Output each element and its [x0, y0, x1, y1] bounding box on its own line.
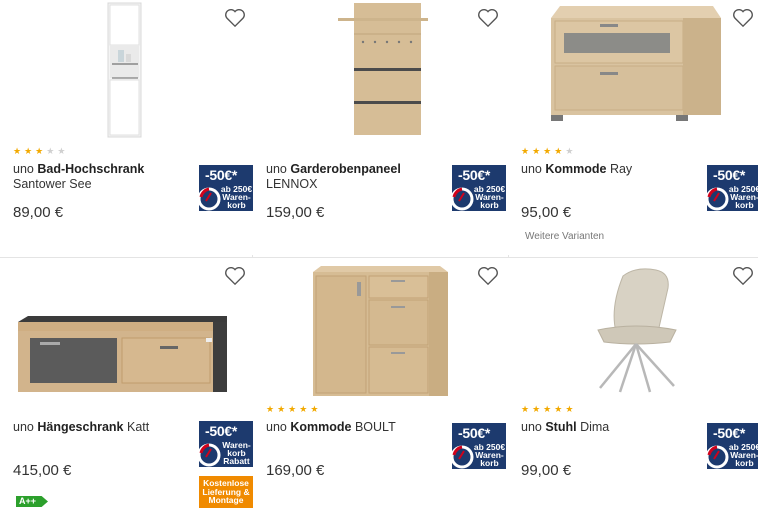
- product-title[interactable]: uno Stuhl Dima: [521, 420, 701, 435]
- product-variant: Katt: [126, 420, 150, 434]
- star-icon: ★: [532, 404, 541, 414]
- product-variant: BOULT: [354, 420, 396, 434]
- free-delivery-badge: Kostenlose Lieferung & Montage: [199, 476, 253, 508]
- product-card[interactable]: uno Garderobenpaneel LENNOX 159,00 € -50…: [253, 0, 509, 255]
- product-image[interactable]: [253, 258, 509, 398]
- heart-icon[interactable]: [477, 266, 499, 286]
- discount-amount: -50€*: [713, 167, 745, 183]
- product-image[interactable]: [253, 0, 509, 140]
- more-variants-link[interactable]: Weitere Varianten: [525, 231, 604, 242]
- star-icon: ★: [266, 404, 275, 414]
- product-name: Kommode: [545, 162, 607, 176]
- star-icon: ★: [13, 146, 22, 156]
- product-price: 95,00 €: [521, 204, 572, 221]
- product-title[interactable]: uno Hängeschrank Katt: [13, 420, 193, 435]
- discount-amount: -50€*: [458, 167, 490, 183]
- heart-icon[interactable]: [224, 266, 246, 286]
- star-icon: ★: [554, 146, 563, 156]
- product-card[interactable]: uno Hängeschrank Katt 415,00 € A++ -50€*…: [0, 258, 256, 510]
- product-image[interactable]: [0, 0, 256, 140]
- product-title[interactable]: uno Bad-Hochschrank Santower See: [13, 162, 193, 192]
- star-icon: ★: [521, 404, 530, 414]
- product-variant: Ray: [609, 162, 633, 176]
- star-icon: ★: [565, 404, 574, 414]
- discount-amount: -50€*: [713, 425, 745, 441]
- product-brand: uno: [13, 162, 34, 176]
- discount-amount: -50€*: [205, 167, 237, 183]
- product-name: Bad-Hochschrank: [37, 162, 145, 176]
- heart-icon[interactable]: [732, 8, 754, 28]
- heart-icon[interactable]: [732, 266, 754, 286]
- product-brand: uno: [266, 420, 287, 434]
- product-card[interactable]: ★ ★ ★ ★ ★ uno Kommode Ray 95,00 € Weitere Va…: [508, 0, 758, 255]
- product-name: Stuhl: [545, 420, 577, 434]
- star-icon: ★: [532, 146, 541, 156]
- product-price: 99,00 €: [521, 462, 572, 479]
- star-icon: ★: [277, 404, 286, 414]
- product-title[interactable]: uno Kommode BOULT: [266, 420, 446, 435]
- product-title[interactable]: uno Garderobenpaneel LENNOX: [266, 162, 446, 192]
- product-grid: ★ ★ ★ ★ ★ uno Bad-Hochschrank Santower See 8…: [0, 0, 758, 510]
- product-name: Kommode: [290, 420, 352, 434]
- product-variant: Santower See: [13, 177, 92, 191]
- star-icon: ★: [57, 146, 66, 156]
- star-icon: ★: [543, 404, 552, 414]
- product-name: Hängeschrank: [37, 420, 124, 434]
- product-image[interactable]: [508, 0, 758, 140]
- product-variant: Dima: [580, 420, 610, 434]
- product-price: 159,00 €: [266, 204, 325, 221]
- product-card[interactable]: ★ ★ ★ ★ ★ uno Bad-Hochschrank Santower See 8…: [0, 0, 256, 255]
- discount-text: ab 250€ Waren- korb: [728, 184, 758, 210]
- star-icon: ★: [35, 146, 44, 156]
- rating-stars: ★ ★ ★ ★ ★: [521, 405, 573, 414]
- discount-amount: -50€*: [458, 425, 490, 441]
- product-variant: LENNOX: [266, 177, 318, 191]
- product-image[interactable]: [508, 258, 758, 398]
- product-price: 89,00 €: [13, 204, 64, 221]
- star-icon: ★: [521, 146, 530, 156]
- product-brand: uno: [13, 420, 34, 434]
- product-brand: uno: [266, 162, 287, 176]
- product-brand: uno: [521, 420, 542, 434]
- heart-icon[interactable]: [224, 8, 246, 28]
- product-price: 415,00 €: [13, 462, 72, 479]
- discount-text: Waren- korb Rabatt: [222, 440, 251, 466]
- star-icon: ★: [299, 404, 308, 414]
- discount-text: ab 250€ Waren- korb: [220, 184, 253, 210]
- discount-badge: -50€* ab 250€ Waren- korb: [707, 423, 758, 469]
- star-icon: ★: [288, 404, 297, 414]
- rating-stars: ★ ★ ★ ★ ★: [266, 405, 318, 414]
- discount-badge: -50€* ab 250€ Waren- korb: [452, 423, 506, 469]
- product-price: 169,00 €: [266, 462, 325, 479]
- discount-amount: -50€*: [205, 423, 237, 439]
- discount-badge: -50€* ab 250€ Waren- korb: [707, 165, 758, 211]
- star-icon: ★: [46, 146, 55, 156]
- rating-stars: ★ ★ ★ ★ ★: [13, 147, 65, 156]
- star-icon: ★: [565, 146, 574, 156]
- heart-icon[interactable]: [477, 8, 499, 28]
- product-name: Garderobenpaneel: [290, 162, 401, 176]
- product-card[interactable]: ★ ★ ★ ★ ★ uno Kommode BOULT 169,00 € -50€* a…: [253, 258, 509, 510]
- energy-label[interactable]: A++: [16, 496, 48, 507]
- star-icon: ★: [310, 404, 319, 414]
- star-icon: ★: [24, 146, 33, 156]
- discount-text: ab 250€ Waren- korb: [473, 442, 506, 468]
- product-card[interactable]: ★ ★ ★ ★ ★ uno Stuhl Dima 99,00 € -50€* ab 25…: [508, 258, 758, 510]
- product-image[interactable]: [0, 258, 256, 398]
- product-brand: uno: [521, 162, 542, 176]
- star-icon: ★: [554, 404, 563, 414]
- discount-badge: -50€* ab 250€ Waren- korb: [452, 165, 506, 211]
- discount-badge: -50€* ab 250€ Waren- korb: [199, 165, 253, 211]
- discount-text: ab 250€ Waren- korb: [473, 184, 506, 210]
- discount-badge: -50€* Waren- korb Rabatt: [199, 421, 253, 467]
- discount-text: ab 250€ Waren- korb: [728, 442, 758, 468]
- product-title[interactable]: uno Kommode Ray: [521, 162, 701, 177]
- star-icon: ★: [543, 146, 552, 156]
- rating-stars: ★ ★ ★ ★ ★: [521, 147, 573, 156]
